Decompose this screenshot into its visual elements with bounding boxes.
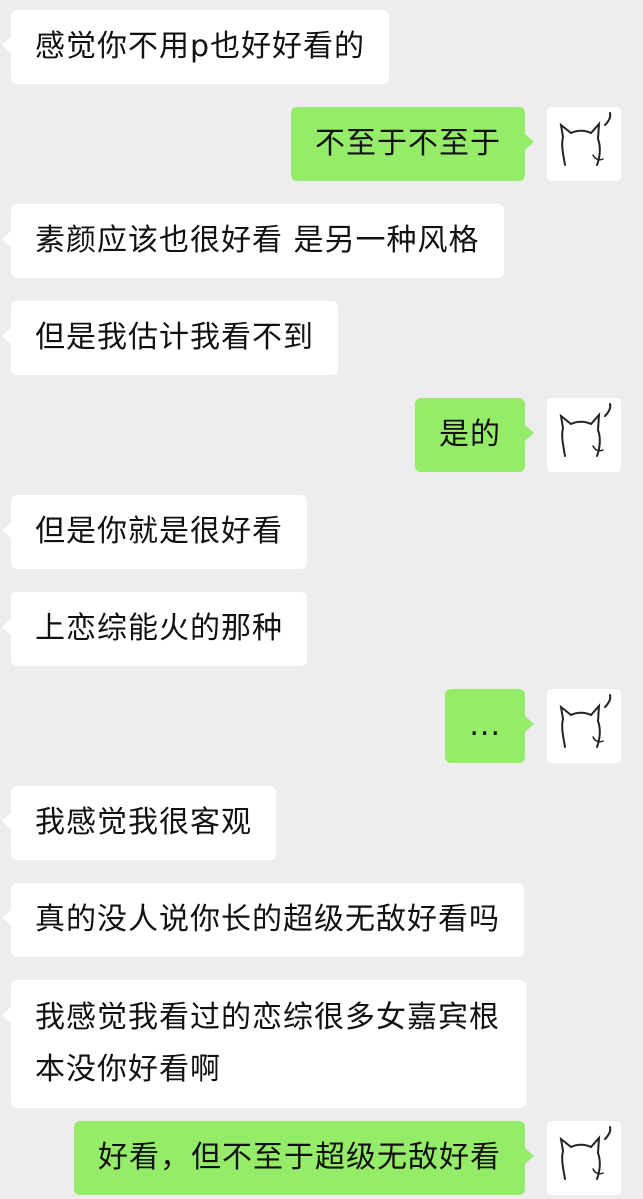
message-text: 是的 [439,417,501,452]
avatar[interactable] [547,689,621,763]
incoming-message[interactable]: 但是你就是很好看 [2,495,307,569]
cat-sketch-icon [559,403,612,457]
incoming-message[interactable]: 真的没人说你长的超级无敌好看吗 [2,883,524,957]
avatar[interactable] [547,398,621,472]
cat-sketch-icon [559,1126,612,1180]
outgoing-message[interactable]: 是的 [415,398,534,472]
message-text: 上恋综能火的那种 [35,611,283,646]
message-text: 感觉你不用p也好好看的 [35,29,366,64]
message-text: 真的没人说你长的超级无敌好看吗 [35,902,500,937]
incoming-message[interactable]: 素颜应该也很好看 是另一种风格 [2,204,504,278]
outgoing-message[interactable]: ... [445,689,534,763]
incoming-message[interactable]: 但是我估计我看不到 [2,301,338,375]
message-text: 我感觉我看过的恋综很多女嘉宾根本没你好看啊 [35,1000,500,1087]
outgoing-message[interactable]: 好看，但不至于超级无敌好看 [74,1121,534,1195]
message-text: 但是你就是很好看 [35,514,283,549]
message-text: 素颜应该也很好看 是另一种风格 [35,223,480,258]
incoming-message[interactable]: 我感觉我看过的恋综很多女嘉宾根本没你好看啊 [2,980,526,1108]
message-text: 但是我估计我看不到 [35,320,314,355]
outgoing-message[interactable]: 不至于不至于 [291,107,534,181]
incoming-message[interactable]: 感觉你不用p也好好看的 [1,10,390,84]
avatar[interactable] [547,107,621,181]
message-text: ... [469,708,501,743]
message-text: 好看，但不至于超级无敌好看 [98,1140,501,1175]
cat-sketch-icon [559,694,612,748]
chat-view: 感觉你不用p也好好看的 不至于不至于 素颜应该也很好看 是另一种风格 但是我估计… [0,0,643,1199]
message-text: 不至于不至于 [315,126,501,161]
incoming-message[interactable]: 上恋综能火的那种 [2,592,307,666]
avatar[interactable] [547,1121,621,1195]
message-text: 我感觉我很客观 [35,805,252,840]
incoming-message[interactable]: 我感觉我很客观 [2,786,276,860]
cat-sketch-icon [559,112,612,166]
